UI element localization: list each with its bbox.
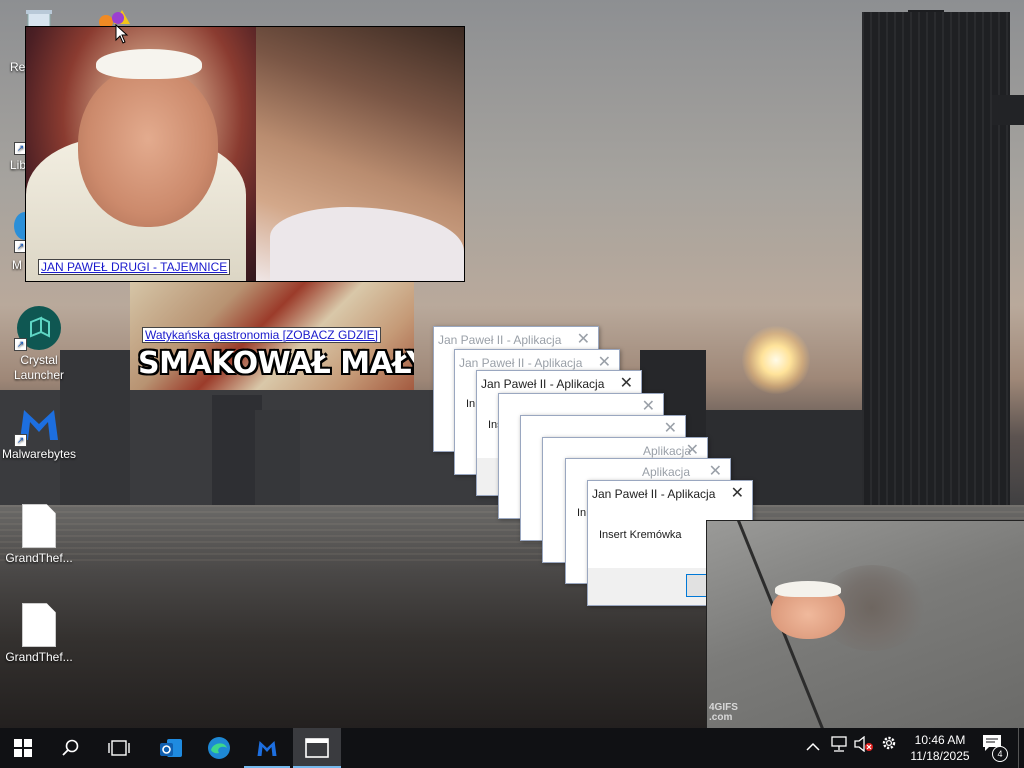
desktop-icon-label: Lib xyxy=(10,158,27,172)
taskbar-app-active-window[interactable] xyxy=(293,728,341,768)
taskbar: 10:46 AM 11/18/2025 4 xyxy=(0,728,1024,768)
popup-gif[interactable]: 4GIFS .com xyxy=(706,520,1024,728)
dialog-title: Jan Paweł II - Aplikacja xyxy=(438,333,562,347)
search-button[interactable] xyxy=(48,728,94,768)
desktop-icon-gta-file-2[interactable]: GrandThef... xyxy=(0,603,78,664)
file-icon xyxy=(22,504,56,548)
dialog-message: In xyxy=(466,398,476,410)
window-icon xyxy=(305,738,329,758)
chevron-up-icon xyxy=(806,742,820,751)
wallpaper-crane xyxy=(992,95,1024,125)
popup-link-gastronomia[interactable]: Watykańska gastronomia [ZOBACZ GDZIE] xyxy=(142,327,381,343)
desktop-icon-crystal-launcher[interactable]: ↗ Crystal Launcher xyxy=(0,306,78,383)
desktop-icon-label: Crystal Launcher xyxy=(13,353,65,382)
wallpaper-sun xyxy=(742,326,810,394)
gif-cap xyxy=(775,581,841,597)
desktop-icon-malwarebytes[interactable]: ↗ Malwarebytes xyxy=(0,404,78,461)
popup-meme-tajemnice[interactable]: JAN PAWEŁ DRUGI - TAJEMNICE xyxy=(25,26,465,282)
popup-image-cap xyxy=(96,49,202,79)
desktop[interactable]: Rec ↗ Lib ↗ M ↗ Crystal Launcher ↗ Malwa… xyxy=(0,0,1024,728)
popup-image-face xyxy=(78,67,218,227)
network-icon xyxy=(831,736,847,752)
dialog-title: Jan Paweł II - Aplikacja xyxy=(481,377,605,391)
tray-overflow-button[interactable] xyxy=(806,728,820,768)
close-icon[interactable]: ✕ xyxy=(577,329,590,349)
notification-badge: 4 xyxy=(992,746,1008,762)
desktop-icon-gta-file-1[interactable]: GrandThef... xyxy=(0,504,78,565)
gif-watermark: 4GIFS .com xyxy=(709,702,738,723)
task-view-icon xyxy=(108,740,130,756)
mouse-cursor xyxy=(115,23,129,44)
tray-settings[interactable] xyxy=(880,728,898,768)
taskbar-app-edge[interactable] xyxy=(196,728,242,768)
close-icon[interactable]: ✕ xyxy=(642,396,655,416)
wallpaper-building xyxy=(255,410,300,505)
popup-link-tajemnice[interactable]: JAN PAWEŁ DRUGI - TAJEMNICE xyxy=(38,259,231,275)
desktop-icon-label: Malwarebytes xyxy=(1,447,77,461)
close-icon[interactable]: ✕ xyxy=(731,483,744,503)
close-icon[interactable]: ✕ xyxy=(664,418,677,438)
dialog-title: Jan Paweł II - Aplikacja xyxy=(459,356,583,370)
show-desktop-button[interactable] xyxy=(1018,728,1024,768)
gear-icon xyxy=(882,736,896,750)
taskbar-clock[interactable]: 10:46 AM 11/18/2025 xyxy=(906,732,974,764)
close-icon[interactable]: ✕ xyxy=(598,352,611,372)
shortcut-arrow-icon: ↗ xyxy=(14,338,27,351)
taskbar-app-malwarebytes[interactable] xyxy=(244,728,290,768)
windows-icon xyxy=(14,739,32,757)
clock-date: 11/18/2025 xyxy=(910,749,970,763)
close-icon[interactable]: ✕ xyxy=(686,440,699,460)
shortcut-arrow-icon: ↗ xyxy=(14,434,27,447)
dialog-title: Jan Paweł II - Aplikacja xyxy=(592,487,716,501)
clock-time: 10:46 AM xyxy=(914,733,966,747)
volume-muted-icon xyxy=(854,735,873,753)
desktop-icon-label: GrandThef... xyxy=(5,551,73,565)
start-button[interactable] xyxy=(0,728,46,768)
notification-center-button[interactable]: 4 xyxy=(982,728,1008,768)
edge-icon xyxy=(208,737,230,759)
popup-headline: SMAKOWAŁ MAŁYM DZIECIOM xyxy=(138,346,414,381)
tray-network[interactable] xyxy=(830,728,848,768)
dialog-title: Aplikacja xyxy=(643,444,692,458)
file-icon xyxy=(22,603,56,647)
outlook-icon xyxy=(160,739,182,757)
tray-volume[interactable] xyxy=(854,728,874,768)
dialog-title: Aplikacja xyxy=(642,465,691,479)
wallpaper-tower xyxy=(862,12,1010,532)
desktop-icon-label: M xyxy=(12,258,22,272)
taskbar-app-outlook[interactable] xyxy=(148,728,194,768)
popup-meme-gastronomia[interactable]: Watykańska gastronomia [ZOBACZ GDZIE] SM… xyxy=(130,280,414,390)
desktop-icon-label: GrandThef... xyxy=(5,650,73,664)
dialog-message: Insert Kremówka xyxy=(599,529,682,541)
search-icon xyxy=(62,739,79,756)
task-view-button[interactable] xyxy=(96,728,142,768)
close-icon[interactable]: ✕ xyxy=(709,461,722,481)
dialog-message: In xyxy=(577,507,587,519)
malwarebytes-icon xyxy=(257,741,277,756)
close-icon[interactable]: ✕ xyxy=(620,373,633,393)
